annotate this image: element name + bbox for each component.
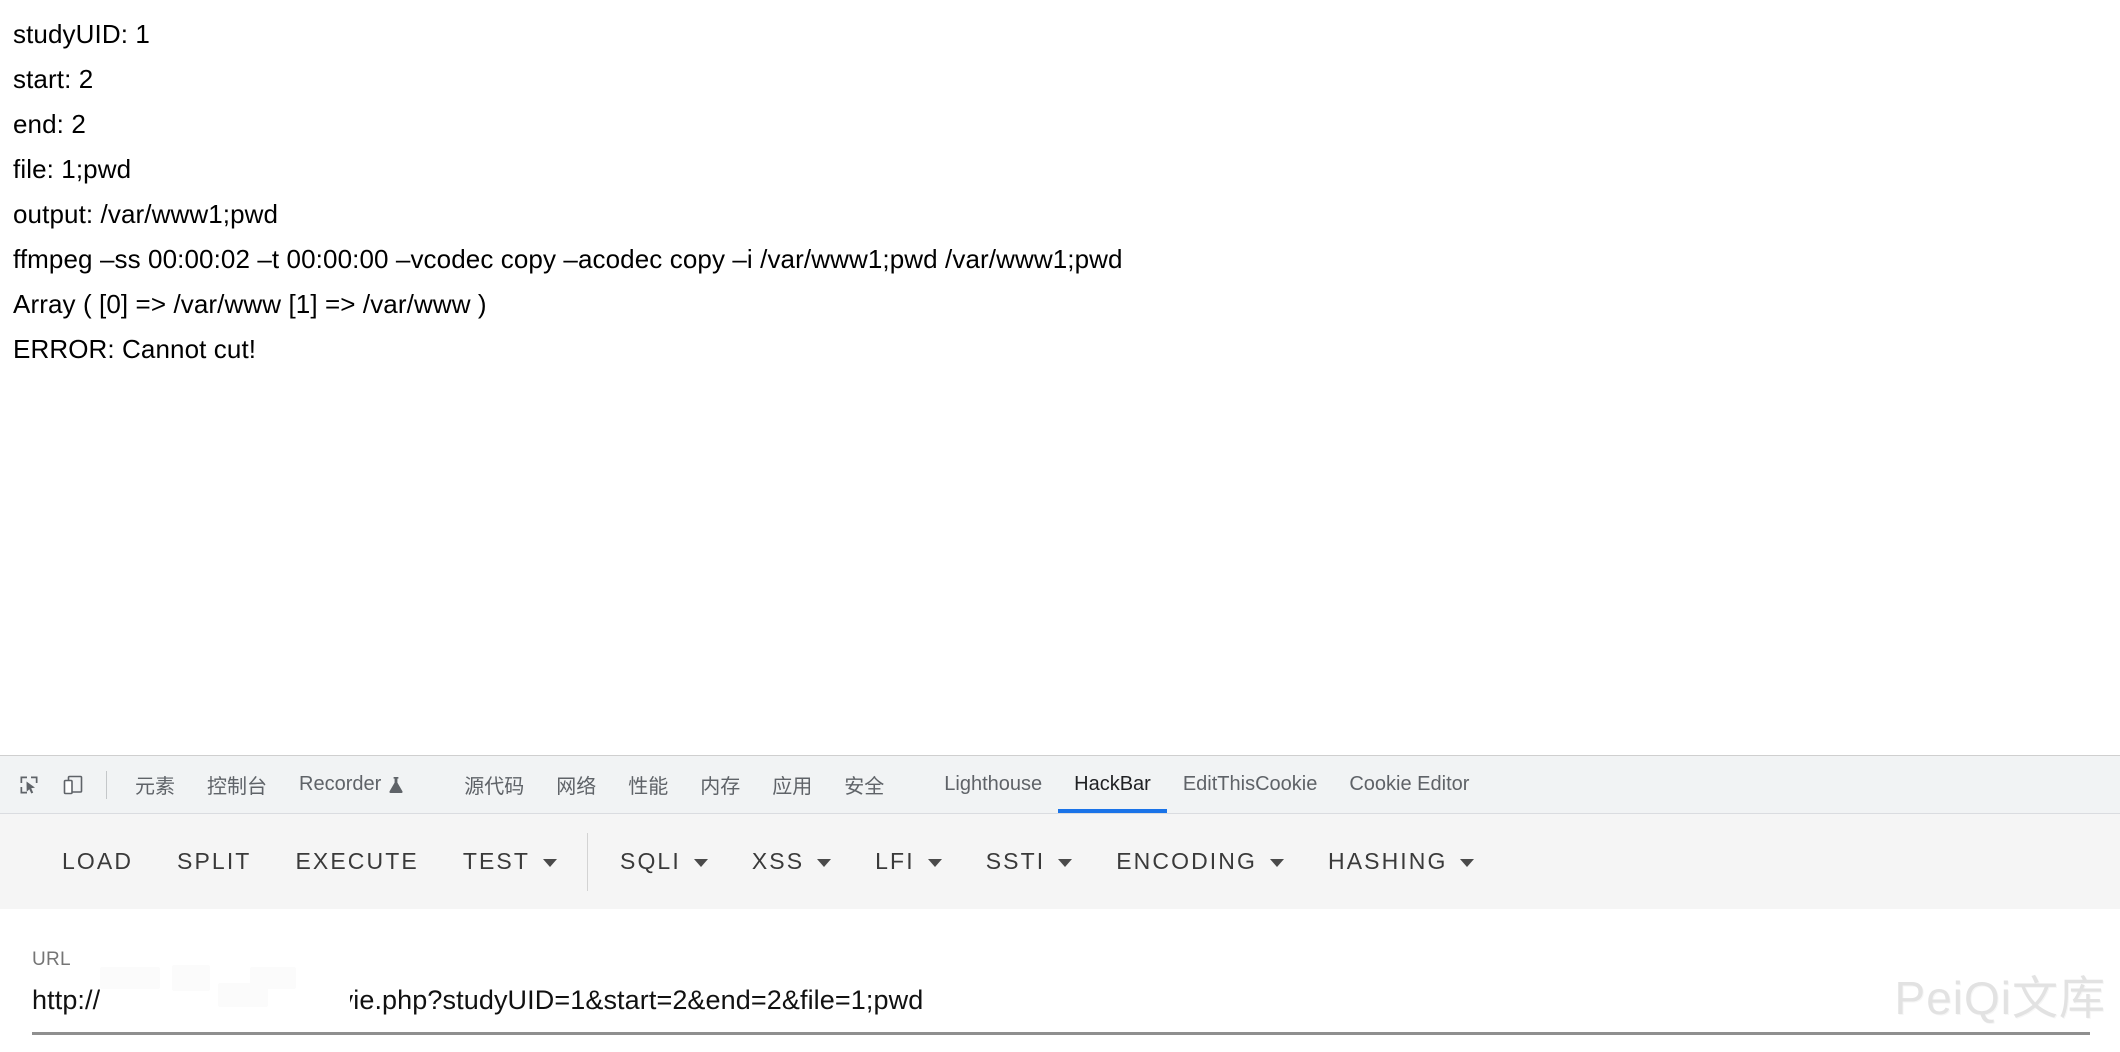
split-button[interactable]: SPLIT xyxy=(155,833,273,891)
output-line: start: 2 xyxy=(13,64,94,94)
url-section: URL http:// 4/new_movie.php?studyUID=1&s… xyxy=(0,909,2120,1052)
tab-label: 应用 xyxy=(772,776,813,798)
tabstrip-divider xyxy=(106,770,107,799)
flask-icon xyxy=(388,776,404,794)
tab-editthiscookie[interactable]: EditThisCookie xyxy=(1167,757,1334,813)
toolbar-divider xyxy=(587,832,588,891)
hashing-menu-label: HASHING xyxy=(1327,848,1448,874)
chevron-down-icon xyxy=(693,859,708,867)
tab-label: 内存 xyxy=(700,776,741,798)
load-button[interactable]: LOAD xyxy=(40,833,155,891)
chevron-down-icon xyxy=(927,859,942,867)
url-field-label: URL xyxy=(32,949,71,970)
url-input-value: http:// 4/new_movie.php?studyUID=1&start… xyxy=(32,984,924,1015)
output-line-ffmpeg-command: ffmpeg –ss 00:00:02 –t 00:00:00 –vcodec … xyxy=(13,244,1123,274)
execute-button[interactable]: EXECUTE xyxy=(273,833,440,891)
ssti-menu-button[interactable]: SSTI xyxy=(964,833,1095,891)
tab-label: Recorder xyxy=(299,773,382,795)
tab-label: 性能 xyxy=(628,776,669,798)
encoding-menu-label: ENCODING xyxy=(1116,848,1257,874)
device-toolbar-icon[interactable] xyxy=(54,766,92,804)
tab-memory[interactable]: 内存 xyxy=(684,757,756,813)
inspect-element-icon[interactable] xyxy=(10,766,48,804)
devtools-tabstrip: 元素 控制台 Recorder 源代码 网络 性能 内存 应用 安全 Light… xyxy=(0,756,2120,814)
tab-recorder[interactable]: Recorder xyxy=(283,757,420,813)
sqli-menu-button[interactable]: SQLI xyxy=(598,833,730,891)
tab-hackbar[interactable]: HackBar xyxy=(1058,757,1167,813)
test-menu-label: TEST xyxy=(462,848,530,874)
tab-label: Lighthouse xyxy=(944,773,1043,795)
tab-label: 控制台 xyxy=(207,776,267,798)
tab-security[interactable]: 安全 xyxy=(828,757,900,813)
tab-elements[interactable]: 元素 xyxy=(119,757,191,813)
page-output-viewport: studyUID: 1 start: 2 end: 2 file: 1;pwd … xyxy=(0,0,2120,755)
tab-application[interactable]: 应用 xyxy=(756,757,828,813)
tab-lighthouse[interactable]: Lighthouse xyxy=(928,757,1058,813)
load-button-label: LOAD xyxy=(62,848,134,874)
ssti-menu-label: SSTI xyxy=(985,848,1046,874)
output-line: end: 2 xyxy=(13,109,86,139)
url-input-underline xyxy=(32,1032,2090,1035)
xss-menu-label: XSS xyxy=(751,848,805,874)
chevron-down-icon xyxy=(543,859,557,867)
output-line-error: ERROR: Cannot cut! xyxy=(13,334,257,364)
sqli-menu-label: SQLI xyxy=(620,848,681,874)
tab-cookie-editor[interactable]: Cookie Editor xyxy=(1333,757,1485,813)
tab-label: 元素 xyxy=(135,776,175,798)
tab-label: 网络 xyxy=(556,776,597,798)
tab-label: EditThisCookie xyxy=(1182,773,1318,795)
url-input[interactable]: http:// 4/new_movie.php?studyUID=1&start… xyxy=(32,977,2090,1023)
encoding-menu-button[interactable]: ENCODING xyxy=(1094,833,1306,891)
test-menu-button[interactable]: TEST xyxy=(441,833,579,891)
tab-console[interactable]: 控制台 xyxy=(191,757,283,813)
output-line: file: 1;pwd xyxy=(13,154,132,184)
lfi-menu-button[interactable]: LFI xyxy=(853,833,964,891)
tab-label: HackBar xyxy=(1074,773,1151,795)
tab-performance[interactable]: 性能 xyxy=(612,757,684,813)
screenshot-root: studyUID: 1 start: 2 end: 2 file: 1;pwd … xyxy=(0,0,2120,1052)
devtools-panel: 元素 控制台 Recorder 源代码 网络 性能 内存 应用 安全 Light… xyxy=(0,755,2120,1052)
split-button-label: SPLIT xyxy=(177,848,252,874)
output-line: studyUID: 1 xyxy=(13,19,150,49)
execute-button-label: EXECUTE xyxy=(295,848,419,874)
hackbar-toolbar: LOAD SPLIT EXECUTE TEST SQLI XSS LFI SST… xyxy=(0,814,2120,909)
chevron-down-icon xyxy=(1460,859,1475,867)
tab-label: 安全 xyxy=(844,776,885,798)
tab-label: 源代码 xyxy=(464,776,525,798)
tab-network[interactable]: 网络 xyxy=(540,757,612,813)
chevron-down-icon xyxy=(817,859,832,867)
hashing-menu-button[interactable]: HASHING xyxy=(1306,833,1497,891)
tab-label: Cookie Editor xyxy=(1349,773,1470,795)
lfi-menu-label: LFI xyxy=(875,848,915,874)
output-line-array-dump: Array ( [0] => /var/www [1] => /var/www … xyxy=(13,289,487,319)
chevron-down-icon xyxy=(1269,859,1284,867)
xss-menu-button[interactable]: XSS xyxy=(730,833,853,891)
chevron-down-icon xyxy=(1058,859,1073,867)
tab-sources[interactable]: 源代码 xyxy=(448,757,540,813)
output-line: output: /var/www1;pwd xyxy=(13,199,279,229)
